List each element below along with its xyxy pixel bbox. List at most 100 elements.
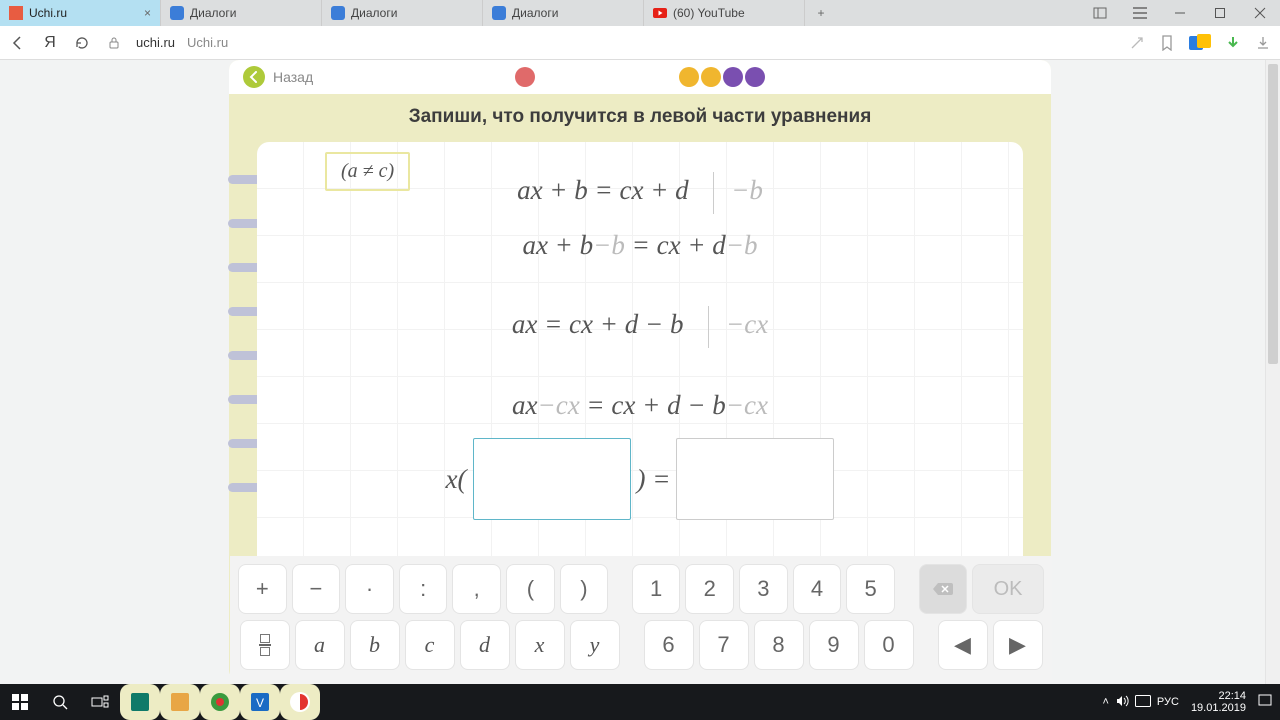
site-icon: [492, 6, 506, 20]
maximize-button[interactable]: [1200, 0, 1240, 26]
scrollbar[interactable]: [1265, 60, 1280, 684]
key-b[interactable]: b: [350, 620, 400, 670]
key-arrow-left[interactable]: ◀: [938, 620, 988, 670]
bookmark-icon[interactable]: [1158, 34, 1176, 52]
window-controls: [1080, 0, 1280, 26]
onscreen-keyboard: + − · : , ( ) 1 2 3 4 5 OK a b c d x y 6…: [230, 556, 1052, 680]
minimize-button[interactable]: [1160, 0, 1200, 26]
language-indicator[interactable]: РУС: [1157, 696, 1179, 708]
tab-title: (60) YouTube: [673, 6, 795, 20]
key-fraction[interactable]: [240, 620, 290, 670]
key-minus[interactable]: −: [292, 564, 341, 614]
key-x[interactable]: x: [515, 620, 565, 670]
answer-input-left[interactable]: [473, 438, 631, 520]
progress-dot: [701, 67, 721, 87]
key-paren-close[interactable]: ): [560, 564, 609, 614]
equation-line-4: ax−cx = cx + d − b−cx: [257, 390, 1023, 421]
taskbar-app-icon[interactable]: [280, 684, 320, 720]
key-ok[interactable]: OK: [972, 564, 1044, 614]
key-4[interactable]: 4: [793, 564, 842, 614]
panel-icon[interactable]: [1080, 0, 1120, 26]
volume-icon[interactable]: [1115, 694, 1129, 711]
key-d[interactable]: d: [460, 620, 510, 670]
key-5[interactable]: 5: [846, 564, 895, 614]
browser-tab-bar: Uchi.ru × Диалоги Диалоги Диалоги (60) Y…: [0, 0, 1280, 26]
key-1[interactable]: 1: [632, 564, 681, 614]
back-icon[interactable]: [8, 33, 28, 53]
key-3[interactable]: 3: [739, 564, 788, 614]
key-0[interactable]: 0: [864, 620, 914, 670]
download-arrow-icon[interactable]: [1224, 34, 1242, 52]
scrollbar-thumb[interactable]: [1268, 64, 1278, 364]
tab-title: Диалоги: [190, 6, 312, 20]
menu-icon[interactable]: [1120, 0, 1160, 26]
progress-dots: [515, 67, 765, 87]
youtube-icon: [653, 6, 667, 20]
key-comma[interactable]: ,: [452, 564, 501, 614]
key-a[interactable]: a: [295, 620, 345, 670]
app-topbar: Назад: [229, 60, 1051, 94]
close-icon[interactable]: ×: [144, 6, 151, 20]
answer-input-right[interactable]: [676, 438, 834, 520]
download-icon[interactable]: [1254, 34, 1272, 52]
site-icon: [331, 6, 345, 20]
lock-icon: [104, 33, 124, 53]
progress-dot: [679, 67, 699, 87]
feather-icon[interactable]: [1128, 34, 1146, 52]
progress-dot: [723, 67, 743, 87]
browser-tab[interactable]: Диалоги: [161, 0, 322, 26]
task-view-icon[interactable]: [80, 684, 120, 720]
site-icon: [9, 6, 23, 20]
key-arrow-right[interactable]: ▶: [993, 620, 1043, 670]
answer-row: x( ) =: [257, 438, 1023, 520]
key-plus[interactable]: +: [238, 564, 287, 614]
taskbar: V ˄ РУС 22:14 19.01.2019: [0, 684, 1280, 720]
back-label: Назад: [273, 69, 313, 85]
browser-tab[interactable]: Диалоги: [322, 0, 483, 26]
progress-dot: [515, 67, 535, 87]
tray-chevron-up-icon[interactable]: ˄: [1102, 696, 1108, 708]
answer-mid: ) =: [637, 464, 671, 495]
tab-title: Диалоги: [351, 6, 473, 20]
answer-prefix: x(: [446, 464, 467, 495]
browser-tab[interactable]: Диалоги: [483, 0, 644, 26]
address-tail: Uchi.ru: [187, 35, 228, 50]
svg-text:V: V: [256, 696, 264, 710]
browser-tab[interactable]: (60) YouTube: [644, 0, 805, 26]
notifications-icon[interactable]: [1258, 694, 1272, 711]
tab-title: Диалоги: [512, 6, 634, 20]
clock[interactable]: 22:14 19.01.2019: [1185, 690, 1252, 714]
key-backspace[interactable]: [919, 564, 968, 614]
key-7[interactable]: 7: [699, 620, 749, 670]
start-menu-icon[interactable]: [0, 684, 40, 720]
search-icon[interactable]: [40, 684, 80, 720]
browser-tab[interactable]: Uchi.ru ×: [0, 0, 161, 26]
taskbar-app-icon[interactable]: [120, 684, 160, 720]
keyboard-icon[interactable]: [1135, 695, 1151, 710]
key-9[interactable]: 9: [809, 620, 859, 670]
taskbar-app-icon[interactable]: [200, 684, 240, 720]
key-y[interactable]: y: [570, 620, 620, 670]
instruction-text: Запиши, что получится в левой части урав…: [229, 94, 1051, 142]
address-host[interactable]: uchi.ru: [136, 35, 175, 50]
key-dot[interactable]: ·: [345, 564, 394, 614]
tab-title: Uchi.ru: [29, 6, 138, 20]
taskbar-app-icon[interactable]: [160, 684, 200, 720]
taskbar-app-icon[interactable]: V: [240, 684, 280, 720]
key-paren-open[interactable]: (: [506, 564, 555, 614]
new-tab-button[interactable]: +: [805, 0, 837, 26]
reload-icon[interactable]: [72, 33, 92, 53]
equation-line-2: ax + b−b = cx + d−b: [257, 230, 1023, 261]
yandex-icon[interactable]: Я: [40, 33, 60, 53]
key-c[interactable]: c: [405, 620, 455, 670]
equation-line-1: ax + b = cx + d −b: [257, 172, 1023, 214]
back-button[interactable]: [243, 66, 265, 88]
key-6[interactable]: 6: [644, 620, 694, 670]
translate-icon[interactable]: [1188, 34, 1212, 52]
key-2[interactable]: 2: [685, 564, 734, 614]
system-tray: ˄ РУС 22:14 19.01.2019: [1094, 690, 1280, 714]
close-window-button[interactable]: [1240, 0, 1280, 26]
key-8[interactable]: 8: [754, 620, 804, 670]
progress-dot: [745, 67, 765, 87]
key-colon[interactable]: :: [399, 564, 448, 614]
